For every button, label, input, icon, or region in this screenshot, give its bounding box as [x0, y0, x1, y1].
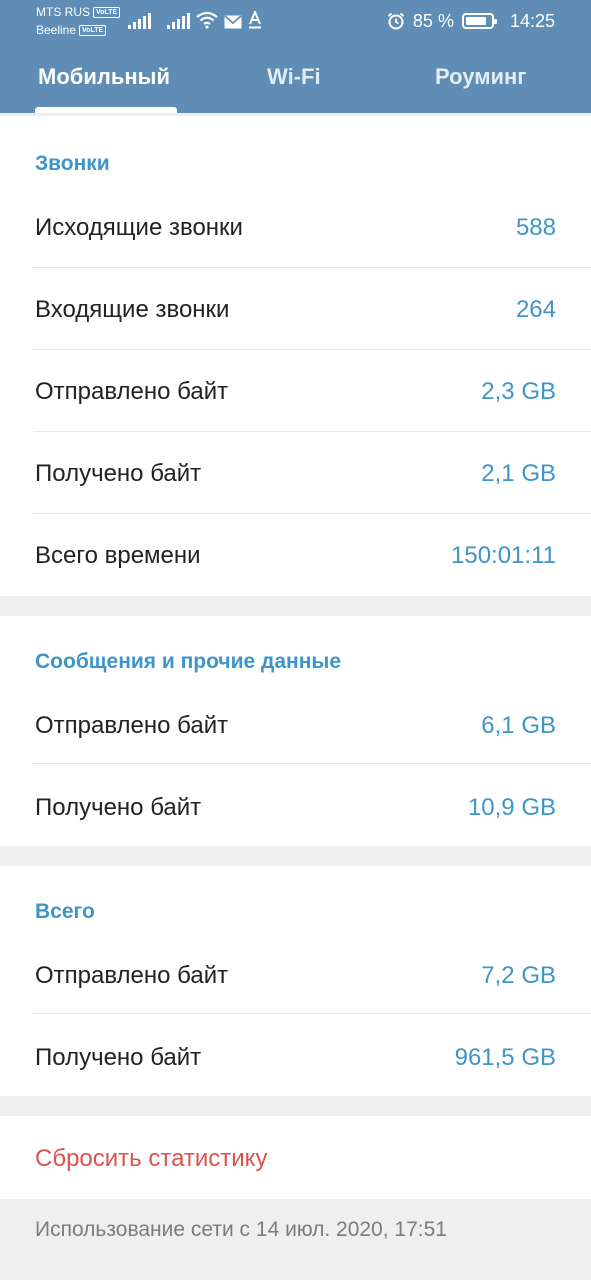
row-label: Всего времени	[35, 542, 201, 569]
carrier-2: Beeline VoLTE	[36, 23, 107, 37]
row-value: 6,1 GB	[481, 712, 556, 739]
row-label: Отправлено байт	[35, 712, 229, 739]
row-calls-received-bytes[interactable]: Получено байт 2,1 GB	[0, 432, 591, 514]
wifi-icon	[196, 11, 218, 29]
divider	[33, 763, 591, 764]
section-title-messages: Сообщения и прочие данные	[35, 650, 342, 673]
row-total-received-bytes[interactable]: Получено байт 961,5 GB	[0, 1016, 591, 1098]
row-value: 588	[515, 214, 556, 241]
tab-wifi[interactable]: Wi-Fi	[267, 64, 321, 90]
row-value: 10,9 GB	[467, 794, 556, 821]
font-a-icon	[249, 11, 261, 29]
row-value: 264	[515, 296, 556, 323]
row-label: Получено байт	[35, 1044, 202, 1071]
row-outgoing-calls[interactable]: Исходящие звонки 588	[0, 186, 591, 268]
mail-icon	[224, 15, 242, 29]
tab-mobile[interactable]: Мобильный	[38, 64, 170, 90]
row-total-sent-bytes[interactable]: Отправлено байт 7,2 GB	[0, 934, 591, 1016]
carrier-2-name: Beeline	[36, 23, 77, 37]
row-messages-sent-bytes[interactable]: Отправлено байт 6,1 GB	[0, 684, 591, 766]
battery-percent: 85 %	[412, 10, 454, 31]
row-messages-received-bytes[interactable]: Получено байт 10,9 GB	[0, 766, 591, 848]
app-header: MTS RUS VoLTE Beeline VoLTE 85 % 14:25 М…	[0, 0, 591, 113]
row-label: Входящие звонки	[35, 296, 230, 323]
row-total-time[interactable]: Всего времени 150:01:11	[0, 514, 591, 596]
row-value: 2,3 GB	[481, 378, 556, 405]
row-calls-sent-bytes[interactable]: Отправлено байт 2,3 GB	[0, 350, 591, 432]
volte-badge: VoLTE	[93, 7, 121, 18]
row-label: Получено байт	[35, 794, 202, 821]
carrier-1-name: MTS RUS	[36, 5, 90, 19]
row-label: Отправлено байт	[35, 378, 229, 405]
status-bar: MTS RUS VoLTE Beeline VoLTE 85 % 14:25	[0, 0, 591, 44]
status-icons-left	[128, 11, 262, 29]
battery-icon	[461, 13, 497, 29]
signal-icon	[167, 13, 190, 29]
row-label: Исходящие звонки	[35, 214, 243, 241]
usage-since-text: Использование сети с 14 июл. 2020, 17:51	[35, 1218, 447, 1241]
section-title-calls: Звонки	[35, 152, 110, 175]
alarm-icon	[387, 12, 405, 30]
section-calls: Звонки Исходящие звонки 588 Входящие зво…	[0, 116, 591, 596]
row-value: 7,2 GB	[481, 962, 556, 989]
row-label: Получено байт	[35, 460, 202, 487]
row-value: 2,1 GB	[481, 460, 556, 487]
tab-bar: Мобильный Wi-Fi Роуминг	[0, 44, 591, 113]
row-value: 150:01:11	[451, 542, 556, 569]
section-messages: Сообщения и прочие данные Отправлено бай…	[0, 616, 591, 846]
row-value: 961,5 GB	[454, 1044, 556, 1071]
reset-statistics-button[interactable]: Сбросить статистику	[35, 1145, 267, 1173]
carrier-1: MTS RUS VoLTE	[36, 5, 121, 19]
status-icons-right: 85 % 14:25	[387, 9, 555, 33]
signal-icon	[128, 13, 151, 29]
row-label: Отправлено байт	[35, 962, 229, 989]
row-incoming-calls[interactable]: Входящие звонки 264	[0, 268, 591, 350]
section-title-total: Всего	[35, 900, 95, 923]
tab-indicator	[35, 107, 177, 113]
clock: 14:25	[509, 10, 555, 31]
divider	[33, 1013, 591, 1014]
volte-badge: VoLTE	[79, 25, 107, 36]
section-total: Всего Отправлено байт 7,2 GB Получено ба…	[0, 866, 591, 1096]
tab-roaming[interactable]: Роуминг	[435, 64, 526, 90]
